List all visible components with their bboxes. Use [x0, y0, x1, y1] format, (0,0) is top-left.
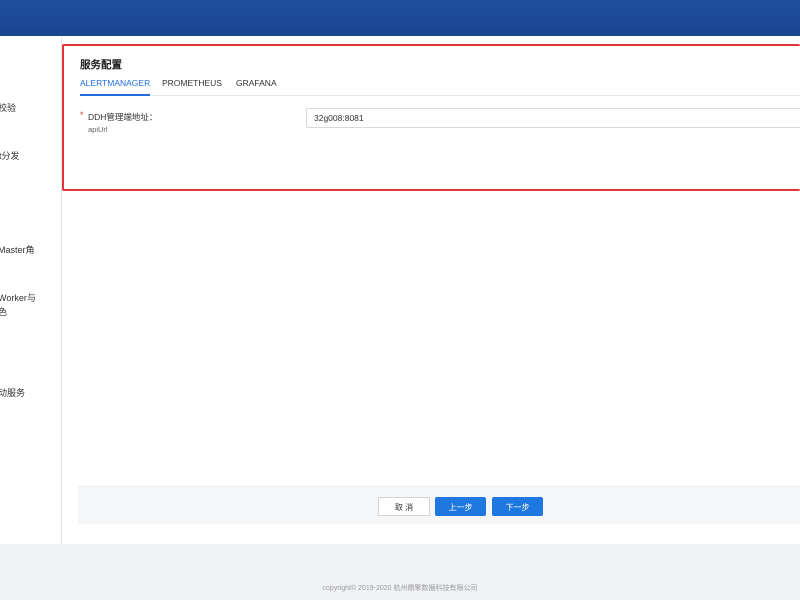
- tab-grafana[interactable]: GRAFANA: [236, 78, 277, 96]
- step-action-bar: 取 消 上一步 下一步: [78, 486, 800, 524]
- field-label: DDH管理端地址：: [88, 112, 158, 122]
- api-url-form-row: * DDH管理端地址： apiUrl: [80, 108, 800, 138]
- tab-prometheus[interactable]: PROMETHEUS: [162, 78, 222, 96]
- field-sublabel: apiUrl: [88, 125, 108, 134]
- sidebar-item-master-role[interactable]: Master角: [0, 244, 35, 257]
- sidebar-item-start-service[interactable]: 动服务: [0, 387, 25, 400]
- sidebar-item-agent-dispatch[interactable]: nt分发: [0, 150, 20, 163]
- api-url-input[interactable]: [306, 108, 800, 128]
- sidebar-item-worker-role-cont: 色: [0, 306, 7, 319]
- service-config-panel: 服务配置 ALERTMANAGER PROMETHEUS GRAFANA * D…: [62, 44, 800, 191]
- copyright-text: copyright© 2019-2020 杭州鼎擎数据科技有限公司: [322, 585, 478, 592]
- sidebar-item-worker-role[interactable]: Worker与: [0, 292, 36, 305]
- main-content: 服务配置 ALERTMANAGER PROMETHEUS GRAFANA * D…: [62, 36, 800, 544]
- tab-alertmanager[interactable]: ALERTMANAGER: [80, 78, 151, 96]
- panel-title: 服务配置: [80, 59, 122, 71]
- sidebar: 校验 nt分发 Master角 Worker与 色 动服务: [0, 36, 62, 544]
- cancel-button[interactable]: 取 消: [378, 497, 430, 516]
- required-mark: *: [80, 110, 84, 120]
- previous-step-button[interactable]: 上一步: [435, 497, 486, 516]
- top-navigation-bar: [0, 0, 800, 36]
- next-step-button[interactable]: 下一步: [492, 497, 543, 516]
- config-tabs: ALERTMANAGER PROMETHEUS GRAFANA: [80, 74, 800, 96]
- sidebar-item-verify[interactable]: 校验: [0, 102, 16, 115]
